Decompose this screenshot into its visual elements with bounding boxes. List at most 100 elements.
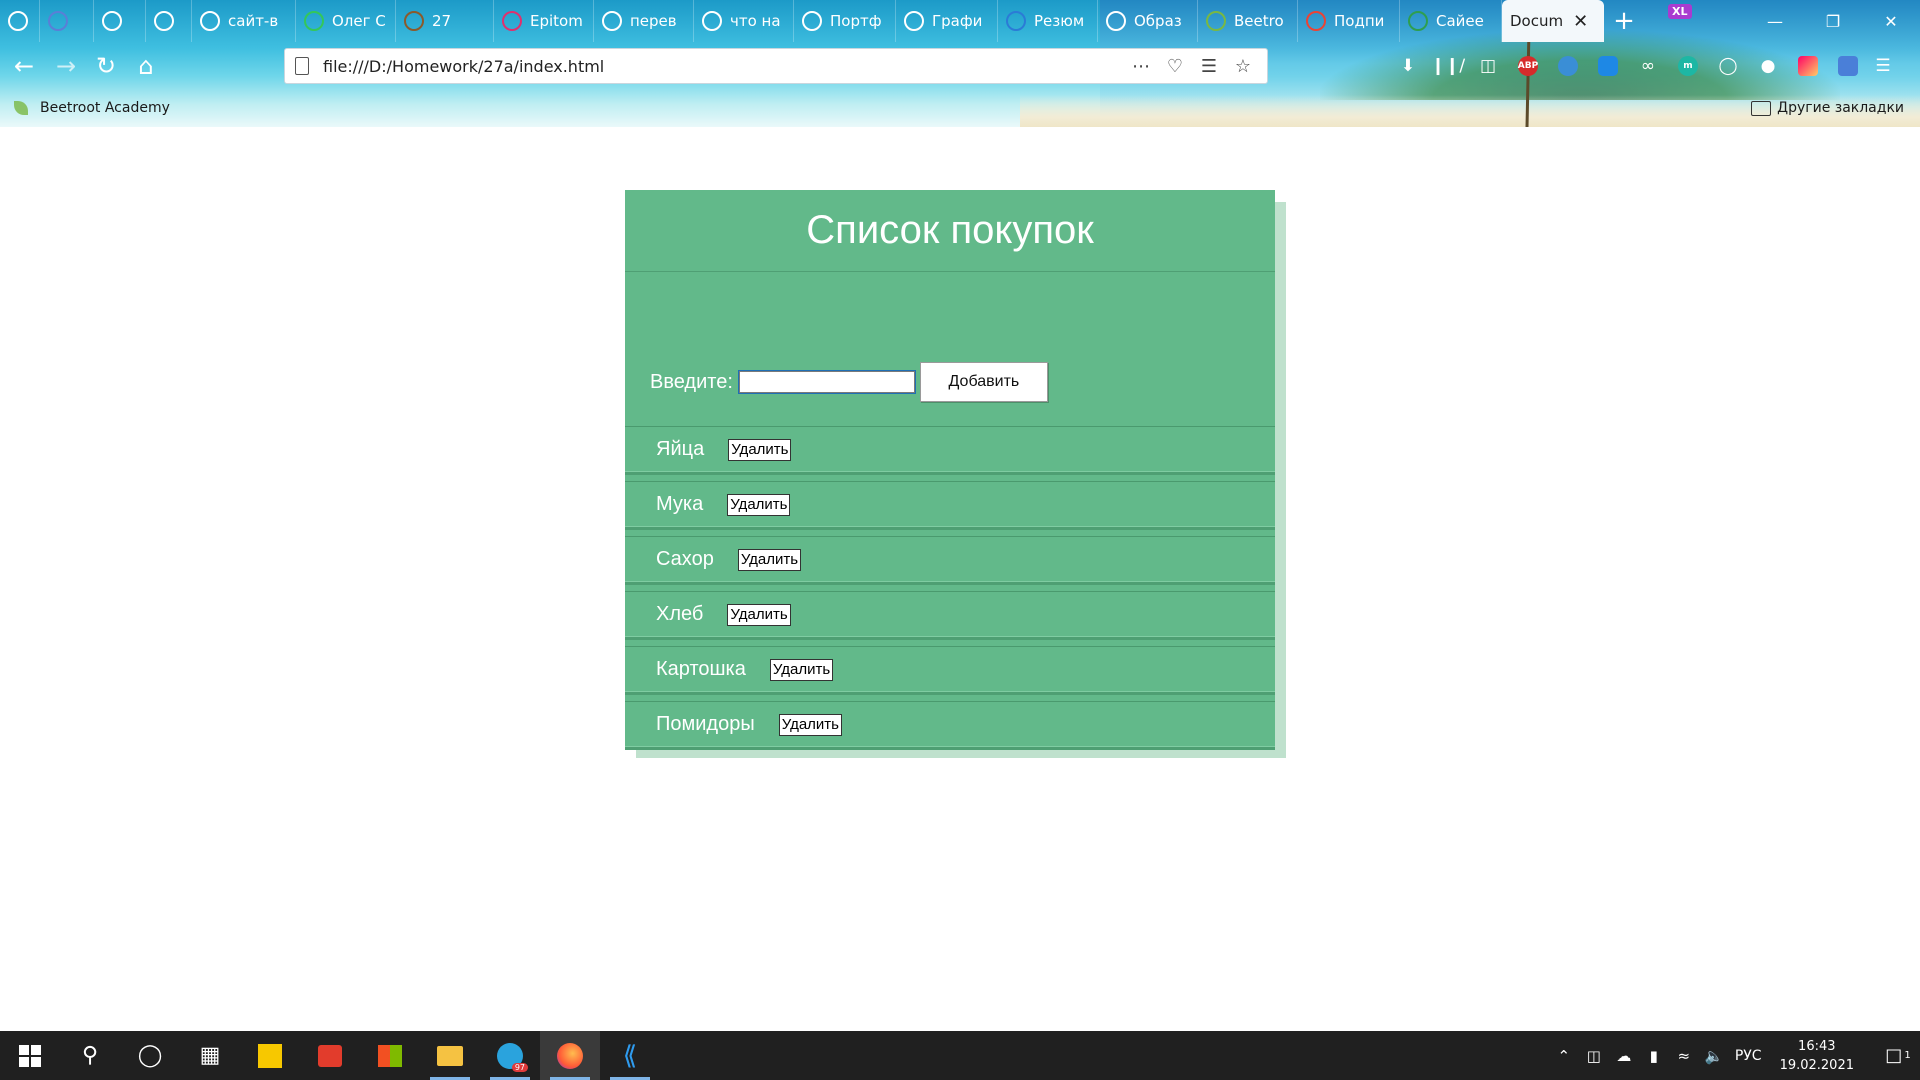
google-icon (904, 11, 924, 31)
language-indicator[interactable]: РУС (1735, 1048, 1762, 1064)
tab-10[interactable]: Портф (794, 0, 896, 42)
tab-0[interactable] (0, 0, 40, 42)
back-button[interactable]: ← (6, 48, 42, 84)
skype-icon[interactable] (1588, 48, 1628, 84)
account-icon[interactable]: ● (1748, 48, 1788, 84)
tab-label: Docum (1510, 12, 1564, 30)
chevron-up-icon[interactable]: ⌃ (1549, 1047, 1579, 1065)
list-item: Хлеб Удалить (625, 591, 1275, 637)
m-extension-icon[interactable]: m (1668, 48, 1708, 84)
delete-button[interactable]: Удалить (727, 603, 791, 626)
restore-button[interactable]: ❐ (1804, 0, 1862, 42)
tab-11[interactable]: Графи (896, 0, 998, 42)
tab-14[interactable]: Beetro (1198, 0, 1298, 42)
tab-9[interactable]: что на (694, 0, 794, 42)
tab-label: 27 (432, 12, 452, 30)
minimize-button[interactable]: — (1746, 0, 1804, 42)
tab-16[interactable]: Сайее (1400, 0, 1502, 42)
list-item: Сахор Удалить (625, 536, 1275, 582)
tab-label: Beetro (1234, 12, 1284, 30)
clock-time: 16:43 (1798, 1038, 1836, 1054)
infinity-icon[interactable]: ∞ (1628, 48, 1668, 84)
device-icon[interactable]: ◫ (1579, 1047, 1609, 1065)
firefox-app[interactable] (540, 1031, 600, 1080)
bookmark-star-icon[interactable]: ☆ (1229, 56, 1257, 77)
tab-5[interactable]: Олег С (296, 0, 396, 42)
translator-icon[interactable] (1828, 48, 1868, 84)
delete-button[interactable]: Удалить (769, 658, 834, 681)
google-icon (602, 11, 622, 31)
add-button[interactable]: Добавить (919, 362, 1048, 402)
delete-button[interactable]: Удалить (737, 548, 802, 571)
wifi-icon[interactable]: ≈ (1669, 1047, 1699, 1065)
tab-15[interactable]: Подпи (1298, 0, 1400, 42)
tab-2[interactable] (94, 0, 146, 42)
tab-4[interactable]: сайт-в (192, 0, 296, 42)
item-input[interactable] (737, 370, 916, 394)
telegram-app[interactable]: 97 (480, 1031, 540, 1080)
bookmark-other-folder[interactable]: Другие закладки (1751, 100, 1904, 116)
app-red[interactable] (300, 1031, 360, 1080)
bookmark-beetroot[interactable]: Beetroot Academy (14, 100, 170, 116)
briefcase-icon (404, 11, 424, 31)
notification-count: 1 (1904, 1050, 1911, 1061)
tab-12[interactable]: Резюм (998, 0, 1098, 42)
firefox-icon (557, 1042, 583, 1069)
windows-taskbar: ⚲ ◯ ▦ 97 ⟪ ⌃ ◫ ☁ ▮ ≈ 🔈 РУС 16:43 19.02.2… (0, 1031, 1920, 1080)
more-actions-icon[interactable]: ⋯ (1127, 56, 1155, 77)
tab-8[interactable]: перев (594, 0, 694, 42)
clock[interactable]: 16:43 19.02.2021 (1780, 1037, 1854, 1075)
file-explorer-app[interactable] (420, 1031, 480, 1080)
sidebar-icon[interactable]: ◫ (1468, 48, 1508, 84)
tab-17[interactable]: Docum ✕ (1502, 0, 1604, 42)
battery-icon[interactable]: ▮ (1639, 1047, 1669, 1065)
delete-button[interactable]: Удалить (778, 713, 842, 736)
url-text[interactable]: file:///D:/Homework/27a/index.html (323, 57, 1121, 76)
adblock-icon[interactable]: ABP (1508, 48, 1548, 84)
cloud-icon[interactable]: ☁ (1609, 1047, 1639, 1065)
tab-1[interactable] (40, 0, 94, 42)
xl-extension-badge[interactable]: XL (1668, 4, 1692, 19)
delete-button[interactable]: Удалить (728, 438, 792, 461)
delete-button[interactable]: Удалить (727, 493, 791, 516)
window-controls: — ❐ ✕ (1746, 0, 1920, 42)
task-view-button[interactable]: ▦ (180, 1031, 240, 1080)
reload-button[interactable]: ↻ (88, 48, 124, 84)
navigation-bar: ← → ↻ ⌂ file:///D:/Homework/27a/index.ht… (0, 42, 1920, 90)
vpn-icon[interactable]: ◯ (1708, 48, 1748, 84)
tab-6[interactable]: 27 (396, 0, 494, 42)
page-title: Список покупок (806, 208, 1094, 252)
leaf-icon (1206, 11, 1226, 31)
search-button[interactable]: ⚲ (60, 1031, 120, 1080)
forward-button[interactable]: → (48, 48, 84, 84)
bookmarks-bar: Beetroot Academy Другие закладки (0, 98, 1920, 122)
notifications-button[interactable]: □ 1 (1876, 1031, 1920, 1080)
downloads-icon[interactable]: ⬇ (1388, 48, 1428, 84)
check-icon (1408, 11, 1428, 31)
close-tab-icon[interactable]: ✕ (1573, 11, 1588, 32)
translate-icon[interactable]: ☰ (1195, 56, 1223, 77)
store-app[interactable] (360, 1031, 420, 1080)
library-icon[interactable]: ❙❙∕ (1428, 48, 1468, 84)
globe-icon (48, 11, 68, 31)
toolbar-extensions: ⬇ ❙❙∕ ◫ ABP ∞ m ◯ ● ☰ (1388, 48, 1898, 84)
url-bar[interactable]: file:///D:/Homework/27a/index.html ⋯ ♡ ☰… (284, 48, 1268, 84)
tab-13[interactable]: Образ (1098, 0, 1198, 42)
vscode-app[interactable]: ⟪ (600, 1031, 660, 1080)
e-icon (502, 11, 522, 31)
pocket-icon[interactable]: ♡ (1161, 56, 1189, 77)
menu-icon[interactable]: ☰ (1868, 48, 1898, 84)
sticky-notes-app[interactable] (240, 1031, 300, 1080)
tab-3[interactable] (146, 0, 192, 42)
sync-icon[interactable] (1548, 48, 1588, 84)
gradient-extension-icon[interactable] (1788, 48, 1828, 84)
new-tab-button[interactable]: + (1604, 0, 1644, 42)
start-button[interactable] (0, 1031, 60, 1080)
close-window-button[interactable]: ✕ (1862, 0, 1920, 42)
input-label: Введите: (650, 370, 733, 393)
tab-7[interactable]: Epitom (494, 0, 594, 42)
page-icon (295, 57, 309, 75)
volume-icon[interactable]: 🔈 (1699, 1047, 1729, 1065)
home-button[interactable]: ⌂ (128, 48, 164, 84)
cortana-button[interactable]: ◯ (120, 1031, 180, 1080)
